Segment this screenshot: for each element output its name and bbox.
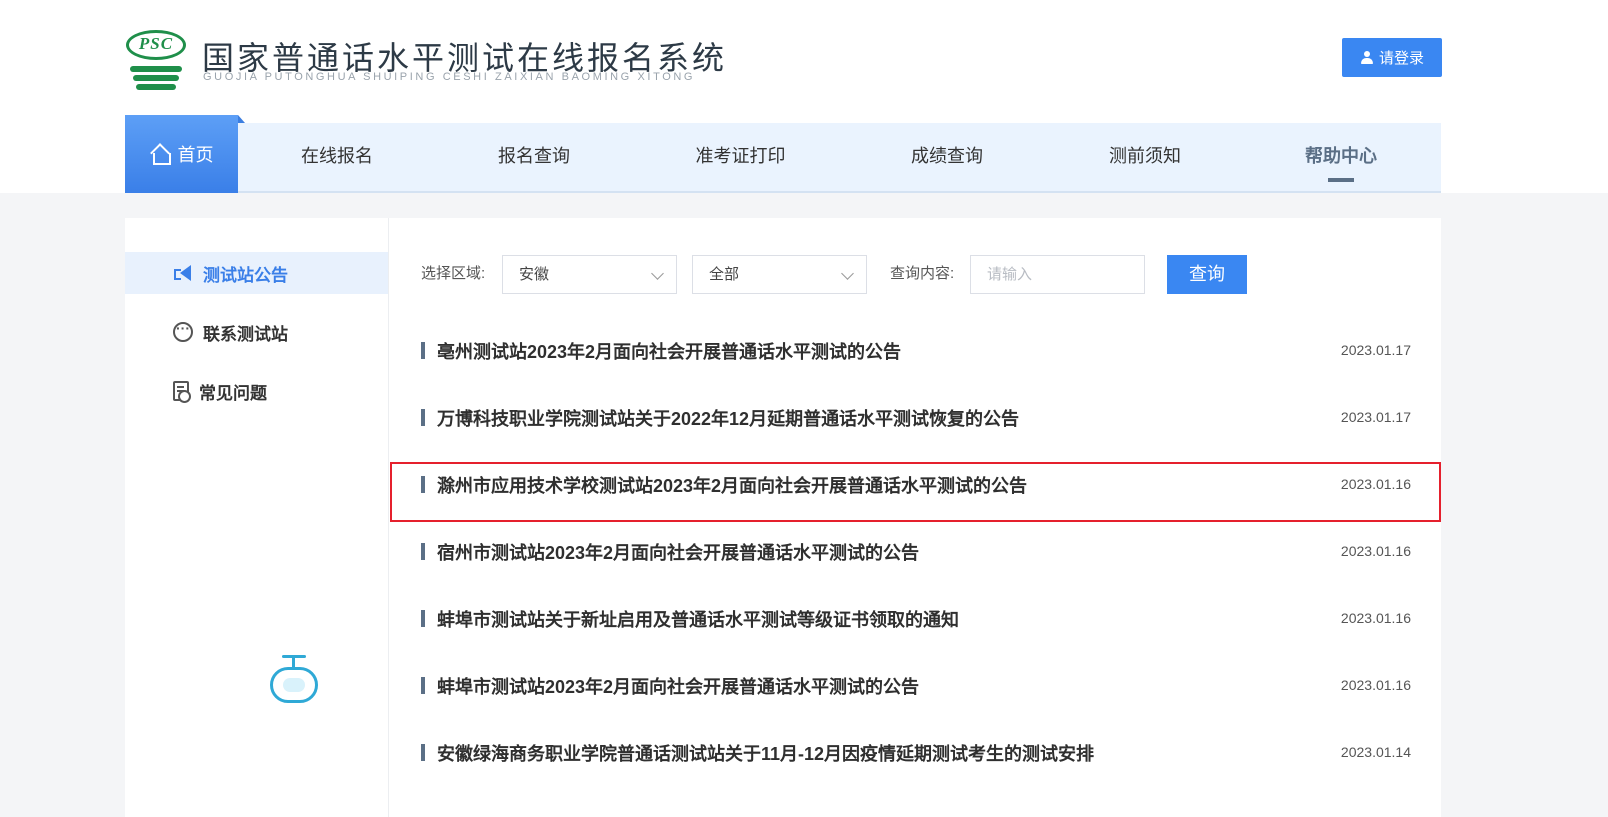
list-item-marker [421, 744, 425, 761]
sidebar-item-test-station-notices[interactable]: 测试站公告 [125, 252, 388, 294]
login-button[interactable]: 请登录 [1342, 38, 1442, 77]
notice-list: 亳州测试站2023年2月面向社会开展普通话水平测试的公告 2023.01.17 … [421, 318, 1411, 787]
list-item[interactable]: 滁州市应用技术学校测试站2023年2月面向社会开展普通话水平测试的公告 2023… [421, 452, 1411, 519]
chevron-down-icon [651, 267, 664, 280]
notice-title[interactable]: 滁州市应用技术学校测试站2023年2月面向社会开展普通话水平测试的公告 [437, 472, 1027, 498]
scope-select-value: 全部 [709, 266, 740, 283]
notice-title[interactable]: 蚌埠市测试站关于新址启用及普通话水平测试等级证书领取的通知 [437, 606, 959, 632]
query-input[interactable] [970, 255, 1145, 294]
notice-title[interactable]: 安徽绿海商务职业学院普通话测试站关于11月-12月因疫情延期测试考生的测试安排 [437, 740, 1094, 766]
scope-select[interactable]: 全部 [692, 255, 867, 294]
logo-stripe [136, 84, 176, 90]
active-nav-indicator [1328, 178, 1354, 182]
notice-date: 2023.01.16 [1340, 610, 1411, 626]
chat-icon [173, 318, 193, 342]
nav-item-label: 帮助中心 [1305, 146, 1377, 166]
notice-date: 2023.01.17 [1340, 409, 1411, 425]
notice-title[interactable]: 万博科技职业学院测试站关于2022年12月延期普通话水平测试恢复的公告 [437, 405, 1019, 431]
nav-item-online-registration[interactable]: 在线报名 [297, 123, 377, 191]
search-button[interactable]: 查询 [1167, 255, 1247, 294]
notice-date: 2023.01.16 [1340, 476, 1411, 492]
sidebar-item-label: 测试站公告 [203, 265, 288, 285]
nav-item-label: 首页 [177, 145, 214, 165]
notice-title[interactable]: 蚌埠市测试站2023年2月面向社会开展普通话水平测试的公告 [437, 673, 919, 699]
list-item[interactable]: 万博科技职业学院测试站关于2022年12月延期普通话水平测试恢复的公告 2023… [421, 385, 1411, 452]
robot-head [270, 667, 318, 703]
sidebar-item-label: 联系测试站 [203, 324, 288, 344]
chevron-down-icon [841, 267, 854, 280]
logo-text: PSC [138, 34, 174, 53]
nav-item-pre-test-notice[interactable]: 测前须知 [1105, 123, 1185, 191]
region-label: 选择区域: [421, 265, 486, 282]
sidebar-item-faq[interactable]: 常见问题 [125, 370, 388, 412]
list-item[interactable]: 宿州市测试站2023年2月面向社会开展普通话水平测试的公告 2023.01.16 [421, 519, 1411, 586]
site-pinyin: GUOJIA PUTONGHUA SHUIPING CESHI ZAIXIAN … [203, 71, 696, 83]
psc-logo[interactable]: PSC [124, 28, 188, 90]
megaphone-icon [173, 264, 193, 282]
list-item[interactable]: 亳州测试站2023年2月面向社会开展普通话水平测试的公告 2023.01.17 [421, 318, 1411, 385]
logo-stripe [133, 75, 179, 81]
user-icon [1360, 50, 1374, 65]
content-panel: 测试站公告 联系测试站 常见问题 选择区域: 安徽 全部 查询内容: [125, 218, 1441, 817]
robot-face [283, 678, 305, 692]
filter-bar: 选择区域: 安徽 全部 查询内容: 查询 [421, 254, 1421, 294]
notice-date: 2023.01.16 [1340, 677, 1411, 693]
notice-title[interactable]: 亳州测试站2023年2月面向社会开展普通话水平测试的公告 [437, 338, 901, 364]
list-item-marker [421, 342, 425, 359]
list-item-marker [421, 476, 425, 493]
nav-item-home[interactable]: 首页 [125, 115, 245, 193]
sidebar-item-contact-test-station[interactable]: 联系测试站 [125, 311, 388, 353]
notice-date: 2023.01.14 [1340, 744, 1411, 760]
main-nav: 首页 在线报名 报名查询 准考证打印 成绩查询 测前须知 帮助中心 [125, 115, 1441, 193]
list-item-marker [421, 677, 425, 694]
notice-date: 2023.01.16 [1340, 543, 1411, 559]
sidebar: 测试站公告 联系测试站 常见问题 [125, 218, 389, 817]
nav-item-score-query[interactable]: 成绩查询 [907, 123, 987, 191]
list-item[interactable]: 蚌埠市测试站2023年2月面向社会开展普通话水平测试的公告 2023.01.16 [421, 653, 1411, 720]
nav-item-admission-ticket-print[interactable]: 准考证打印 [693, 123, 788, 191]
notice-title[interactable]: 宿州市测试站2023年2月面向社会开展普通话水平测试的公告 [437, 539, 919, 565]
login-label: 请登录 [1378, 50, 1424, 67]
robot-assistant-icon[interactable] [266, 655, 322, 705]
region-select[interactable]: 安徽 [502, 255, 677, 294]
list-item-marker [421, 543, 425, 560]
region-select-value: 安徽 [519, 266, 550, 283]
list-item-marker [421, 409, 425, 426]
logo-stripe [130, 66, 182, 72]
robot-antenna [292, 655, 295, 667]
list-item-marker [421, 610, 425, 627]
document-icon [173, 381, 191, 403]
notice-date: 2023.01.17 [1340, 342, 1411, 358]
home-icon [150, 145, 171, 165]
query-label: 查询内容: [890, 265, 955, 282]
sidebar-item-label: 常见问题 [199, 383, 267, 403]
nav-item-registration-query[interactable]: 报名查询 [494, 123, 574, 191]
list-item[interactable]: 安徽绿海商务职业学院普通话测试站关于11月-12月因疫情延期测试考生的测试安排 … [421, 720, 1411, 787]
list-item[interactable]: 蚌埠市测试站关于新址启用及普通话水平测试等级证书领取的通知 2023.01.16 [421, 586, 1411, 653]
nav-item-help-center[interactable]: 帮助中心 [1301, 123, 1381, 191]
